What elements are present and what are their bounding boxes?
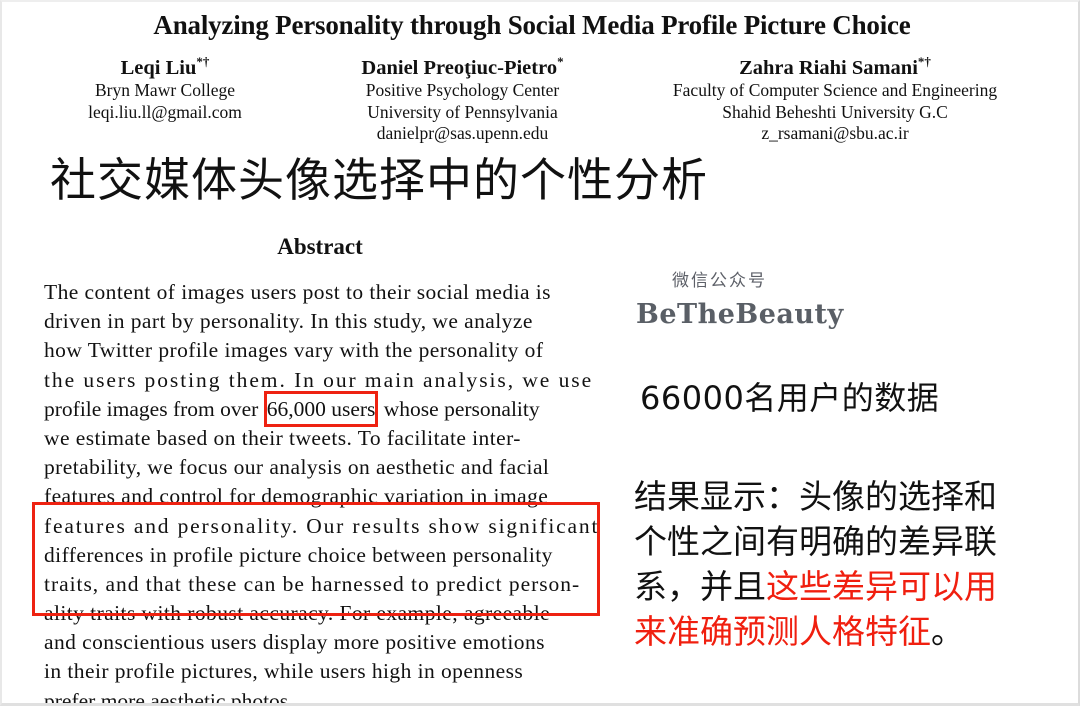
- paper-sheet: Analyzing Personality through Social Med…: [12, 4, 1070, 703]
- author-name: Daniel Preoţiuc-Pietro*: [310, 54, 615, 80]
- author-email: z_rsamani@sbu.ac.ir: [761, 123, 909, 143]
- chinese-headline-overlay: 社交媒体头像选择中的个性分析: [50, 153, 708, 207]
- abstract-line-prefix: profile images from over: [44, 396, 264, 421]
- abstract-line: in their profile pictures, while users h…: [44, 659, 524, 684]
- annotation-line: 系，并且这些差异可以用: [634, 564, 1078, 609]
- author-affiliation: Positive Psychology Center: [365, 80, 560, 100]
- abstract-line: traits, and that these can be harnessed …: [44, 571, 581, 596]
- annotation-line: 结果显示：头像的选择和: [634, 474, 1078, 519]
- author-block: Leqi Liu*† Bryn Mawr College leqi.liu.ll…: [20, 54, 1060, 145]
- author-name: Zahra Riahi Samani*†: [615, 54, 1055, 80]
- wechat-brand-name: BeTheBeauty: [636, 299, 844, 330]
- author-affiliation-marks: *: [557, 54, 564, 70]
- abstract-line: ality traits with robust accuracy. For e…: [44, 601, 551, 626]
- abstract-line: differences in profile picture choice be…: [44, 542, 553, 567]
- author-email: leqi.liu.ll@gmail.com: [88, 101, 242, 122]
- abstract-line: how Twitter profile images vary with the…: [44, 338, 544, 363]
- abstract-line: features and control for demographic var…: [44, 484, 549, 509]
- annotation-text-black: 个性之间有明确的差异联: [634, 522, 997, 561]
- author-affiliation: University of Pennsylvania: [367, 101, 558, 122]
- author-affiliation-marks: *†: [917, 54, 931, 70]
- abstract-line: driven in part by personality. In this s…: [44, 309, 533, 334]
- author-email: danielpr@sas.upenn.edu: [376, 123, 549, 143]
- annotation-text-red: 这些差异可以用: [766, 567, 997, 606]
- annotation-line: 个性之间有明确的差异联: [634, 519, 1078, 564]
- annotation-text-black: 系，并且: [634, 567, 766, 606]
- abstract-line: we estimate based on their tweets. To fa…: [44, 425, 521, 450]
- author-name-text: Zahra Riahi Samani: [739, 57, 918, 79]
- author-column-1: Leqi Liu*† Bryn Mawr College leqi.liu.ll…: [20, 54, 310, 123]
- author-name-text: Daniel Preoţiuc-Pietro: [361, 57, 558, 79]
- abstract-line: features and personality. Our results sh…: [44, 513, 600, 538]
- author-column-3: Zahra Riahi Samani*† Faculty of Computer…: [615, 54, 1055, 145]
- annotation-line: 来准确预测人格特征。: [634, 609, 1078, 654]
- abstract-line-highlighted: profile images from over 66,000 users wh…: [44, 390, 596, 428]
- abstract-line: the users posting them. In our main anal…: [44, 367, 594, 392]
- annotation-user-count: 66000名用户的数据: [640, 379, 940, 417]
- annotation-text-black: 结果显示：头像的选择和: [634, 477, 997, 516]
- author-affiliation: Bryn Mawr College: [95, 80, 235, 100]
- abstract-line: The content of images users post to thei…: [44, 280, 551, 304]
- author-affiliation: Shahid Beheshti University G.C: [722, 101, 948, 122]
- author-column-2: Daniel Preoţiuc-Pietro* Positive Psychol…: [310, 54, 615, 145]
- abstract-body: The content of images users post to thei…: [44, 278, 600, 706]
- annotation-text-period: 。: [931, 612, 964, 651]
- author-affiliation-marks: *†: [196, 54, 210, 70]
- screenshot-page: Analyzing Personality through Social Med…: [0, 0, 1080, 706]
- abstract-line: pretability, we focus our analysis on ae…: [44, 455, 550, 480]
- abstract-line-suffix: whose personality: [378, 396, 540, 421]
- abstract-heading: Abstract: [277, 234, 363, 259]
- abstract-line: prefer more aesthetic photos.: [44, 688, 294, 706]
- author-name-text: Leqi Liu: [120, 57, 197, 79]
- wechat-account-label: 微信公众号: [672, 271, 767, 291]
- annotation-text-red: 来准确预测人格特征: [634, 612, 931, 651]
- highlighted-phrase: 66,000 users: [266, 396, 376, 421]
- highlight-box-users: 66,000 users: [263, 390, 379, 428]
- abstract-line: and conscientious users display more pos…: [44, 630, 545, 655]
- author-affiliation: Faculty of Computer Science and Engineer…: [672, 80, 998, 100]
- annotation-findings: 结果显示：头像的选择和 个性之间有明确的差异联 系，并且这些差异可以用 来准确预…: [634, 474, 1078, 654]
- page-title: Analyzing Personality through Social Med…: [153, 10, 911, 40]
- author-name: Leqi Liu*†: [20, 54, 310, 80]
